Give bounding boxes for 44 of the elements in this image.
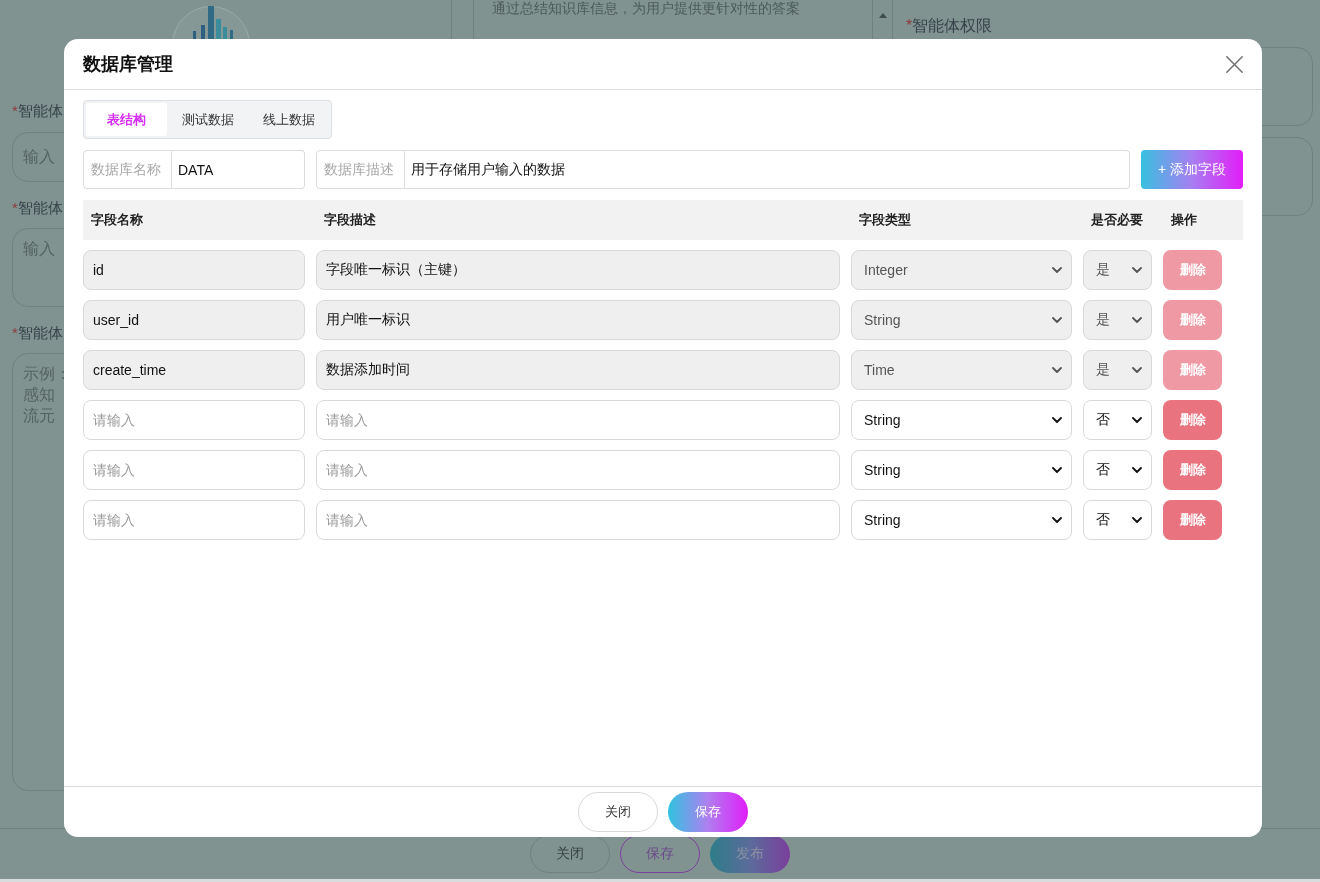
tab[interactable]: 测试数据 <box>167 103 248 136</box>
chevron-down-icon <box>1052 317 1062 323</box>
field-description-input[interactable]: 请输入 <box>316 500 840 540</box>
dialog-title: 数据库管理 <box>83 53 173 76</box>
field-description-input[interactable]: 请输入 <box>316 400 840 440</box>
column-header: 字段名称 <box>90 211 144 229</box>
column-header: 是否必要 <box>1090 211 1144 229</box>
field-type-select[interactable]: String <box>851 450 1072 490</box>
field-label: *智能体 <box>12 198 63 218</box>
column-header: 操作 <box>1170 211 1198 229</box>
chevron-down-icon <box>1132 517 1142 523</box>
column-header: 字段描述 <box>323 211 377 229</box>
field-type-select[interactable]: String <box>851 500 1072 540</box>
close-button[interactable]: 关闭 <box>578 792 658 832</box>
chevron-down-icon <box>1052 417 1062 423</box>
tab[interactable]: 表结构 <box>86 103 167 136</box>
chevron-down-icon <box>1132 417 1142 423</box>
required-select[interactable]: 否 <box>1083 500 1152 540</box>
field-label: 数据库描述 <box>316 150 405 189</box>
chevron-down-icon <box>1052 267 1062 273</box>
required-select[interactable]: 否 <box>1083 450 1152 490</box>
scroll-up-icon[interactable] <box>878 13 887 18</box>
field-description-input[interactable]: 请输入 <box>316 450 840 490</box>
chevron-down-icon <box>1052 367 1062 373</box>
field-name-input[interactable]: 请输入 <box>83 450 305 490</box>
chevron-down-icon <box>1132 467 1142 473</box>
chevron-down-icon <box>1132 367 1142 373</box>
field-name-input[interactable]: 请输入 <box>83 400 305 440</box>
database-name-input[interactable]: DATA <box>172 150 305 189</box>
chevron-down-icon <box>1052 467 1062 473</box>
required-select[interactable]: 否 <box>1083 400 1152 440</box>
field-name-input[interactable]: 请输入 <box>83 500 305 540</box>
chevron-down-icon <box>1132 267 1142 273</box>
tab[interactable]: 线上数据 <box>248 103 329 136</box>
field-label: 数据库名称 <box>83 150 172 189</box>
field-label: *智能体权限 <box>905 16 994 36</box>
chevron-down-icon <box>1132 317 1142 323</box>
field-type-select[interactable]: String <box>851 400 1072 440</box>
field-label: *智能体 <box>12 101 63 121</box>
close-icon[interactable] <box>1226 55 1243 73</box>
field-label: *智能体 <box>12 323 63 343</box>
column-header: 字段类型 <box>858 211 912 229</box>
database-description-input[interactable]: 用于存储用户输入的数据 <box>405 150 1130 189</box>
chevron-down-icon <box>1052 517 1062 523</box>
